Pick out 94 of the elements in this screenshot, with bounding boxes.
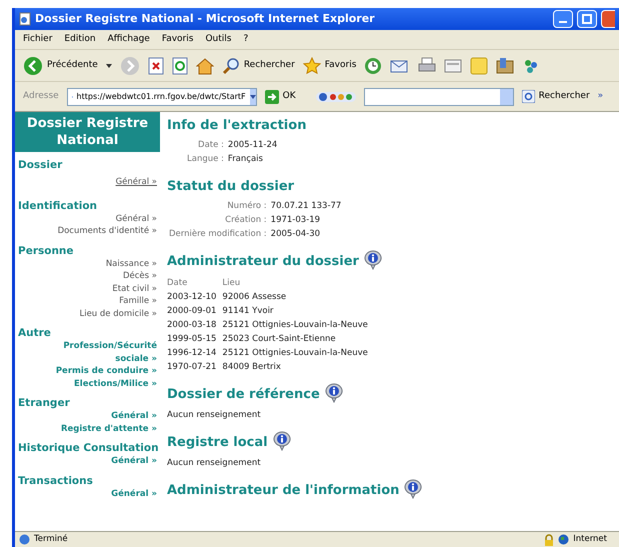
table-cell-text: 1996-12-14 (167, 347, 216, 360)
field-label: Création : (224, 214, 267, 227)
sidebar-link[interactable]: Lieu de domicile » (49, 308, 160, 320)
star-icon (302, 56, 321, 74)
table-cell-text: 2000-03-18 (167, 319, 216, 332)
sidebar-link[interactable]: Général » (81, 455, 160, 468)
sidebar-link[interactable]: Général » (86, 176, 160, 188)
field-value: 2005-11-24 (228, 139, 278, 152)
stop-icon[interactable] (148, 56, 164, 74)
sidebar-link[interactable]: Etat civil » (82, 282, 160, 295)
zone-text: Internet (573, 533, 608, 546)
sidebar-link[interactable]: Général » (86, 212, 160, 225)
favorites-button[interactable]: Favoris (302, 56, 356, 74)
table-cell-text: 91141 Yvoir (222, 305, 274, 318)
section-title: Dossier (17, 158, 64, 172)
field-label: Date : (197, 139, 224, 152)
more-chevron[interactable]: » (598, 90, 604, 104)
section-title: Transactions (17, 474, 94, 488)
sidebar-link[interactable]: Naissance » (76, 258, 160, 270)
table-cell-text: 25023 Court-Saint-Etienne (222, 333, 337, 346)
table-cell-text: 1970-07-21 (167, 361, 216, 374)
close-button[interactable] (601, 10, 615, 28)
sidebar-link[interactable]: Décès » (92, 270, 160, 282)
menu-item[interactable]: Affichage (108, 32, 150, 46)
field-label: Langue : (186, 153, 224, 166)
table-cell-text: 2003-12-10 (167, 291, 216, 304)
sidebar-link[interactable]: Général » (81, 488, 160, 500)
window-title: Dossier Registre National - Microsoft Internet Explorer (35, 10, 375, 27)
info-icon[interactable] (362, 250, 383, 270)
menu-item[interactable]: ? (243, 32, 248, 46)
search-icon (222, 56, 240, 74)
sidebar-link[interactable]: Elections/Milice » (44, 378, 160, 390)
history-icon[interactable] (364, 56, 382, 74)
menu-item[interactable]: Favoris (162, 32, 194, 46)
search-icon (522, 90, 535, 103)
back-button[interactable]: Précédente (23, 56, 98, 76)
address-label: Adresse (23, 90, 59, 103)
field-value: 1971-03-19 (270, 214, 322, 227)
table-cell-text: 84009 Bertrix (222, 361, 282, 374)
lock-icon (544, 534, 554, 546)
sidebar-link[interactable]: Registre d'attente » (31, 422, 160, 435)
table-cell-text: 92006 Assesse (222, 291, 288, 304)
go-arrow-icon (264, 90, 279, 104)
section-title: Personne (17, 244, 75, 258)
column-header: Lieu (222, 277, 242, 290)
field-value: 70.07.21 133-77 (270, 200, 342, 213)
maximize-button[interactable] (577, 10, 597, 28)
google-search-field[interactable] (364, 88, 514, 106)
section-title: Identification (17, 198, 98, 212)
field-label: Dernière modification : (168, 228, 267, 241)
section-heading: Dossier de référence (167, 387, 320, 403)
sidebar-link[interactable]: Permis de conduire » (26, 365, 160, 378)
table-cell-text: 2000-09-01 (167, 305, 216, 318)
address-field[interactable]: https://webdwtc01.rrn.fgov.be/dwtc/StartF (66, 88, 257, 106)
globe-icon (558, 534, 570, 545)
section-text: Aucun renseignement (167, 456, 262, 470)
column-header: Date (167, 277, 188, 290)
sidebar-header: Dossier Registre National (15, 112, 160, 152)
table-cell-text: 25121 Ottignies-Louvain-la-Neuve (222, 347, 369, 360)
home-icon[interactable] (196, 56, 214, 74)
menu-item[interactable]: Edition (64, 32, 96, 46)
field-value: 2005-04-30 (270, 228, 322, 241)
sidebar-link[interactable]: Famille » (89, 295, 160, 308)
section-heading: Info de l'extraction (167, 118, 306, 134)
dropdown-arrow-icon[interactable] (106, 64, 112, 68)
section-heading: Statut du dossier (167, 179, 294, 195)
section-heading: Administrateur de l'information (167, 482, 400, 498)
table-cell-text: 25121 Ottignies-Louvain-la-Neuve (222, 319, 369, 332)
info-icon[interactable] (272, 430, 292, 451)
section-title: Autre (17, 326, 52, 340)
minimize-button[interactable] (553, 10, 573, 28)
table-cell-text: 1999-05-15 (167, 333, 216, 346)
section-heading: Administrateur du dossier (167, 254, 359, 270)
folder-icon[interactable] (496, 56, 514, 74)
field-label: Numéro : (226, 200, 267, 213)
section-heading: Registre local (167, 434, 268, 451)
menu-item[interactable]: Outils (205, 32, 232, 46)
sidebar-link[interactable]: Général » (81, 410, 160, 422)
sidebar-link[interactable]: Profession/Sécurité sociale » (15, 340, 160, 365)
info-icon[interactable] (403, 478, 424, 498)
edit-icon[interactable] (444, 58, 462, 74)
section-text: Aucun renseignement (167, 409, 262, 422)
search-button[interactable]: Rechercher (222, 56, 295, 74)
info-icon[interactable] (324, 383, 344, 403)
status-text: Terminé (34, 533, 68, 546)
field-value: Français (228, 153, 264, 166)
section-title: Etranger (17, 396, 71, 410)
section-title: Historique Consultation (17, 441, 160, 455)
google-search-button[interactable]: Rechercher (522, 90, 590, 104)
menu-item[interactable]: Fichier (23, 32, 52, 46)
dropdown-arrow-icon[interactable] (250, 94, 256, 98)
sidebar-link[interactable]: Documents d'identité » (28, 225, 160, 238)
go-button[interactable]: OK (264, 90, 296, 104)
printer-icon[interactable] (418, 56, 436, 74)
